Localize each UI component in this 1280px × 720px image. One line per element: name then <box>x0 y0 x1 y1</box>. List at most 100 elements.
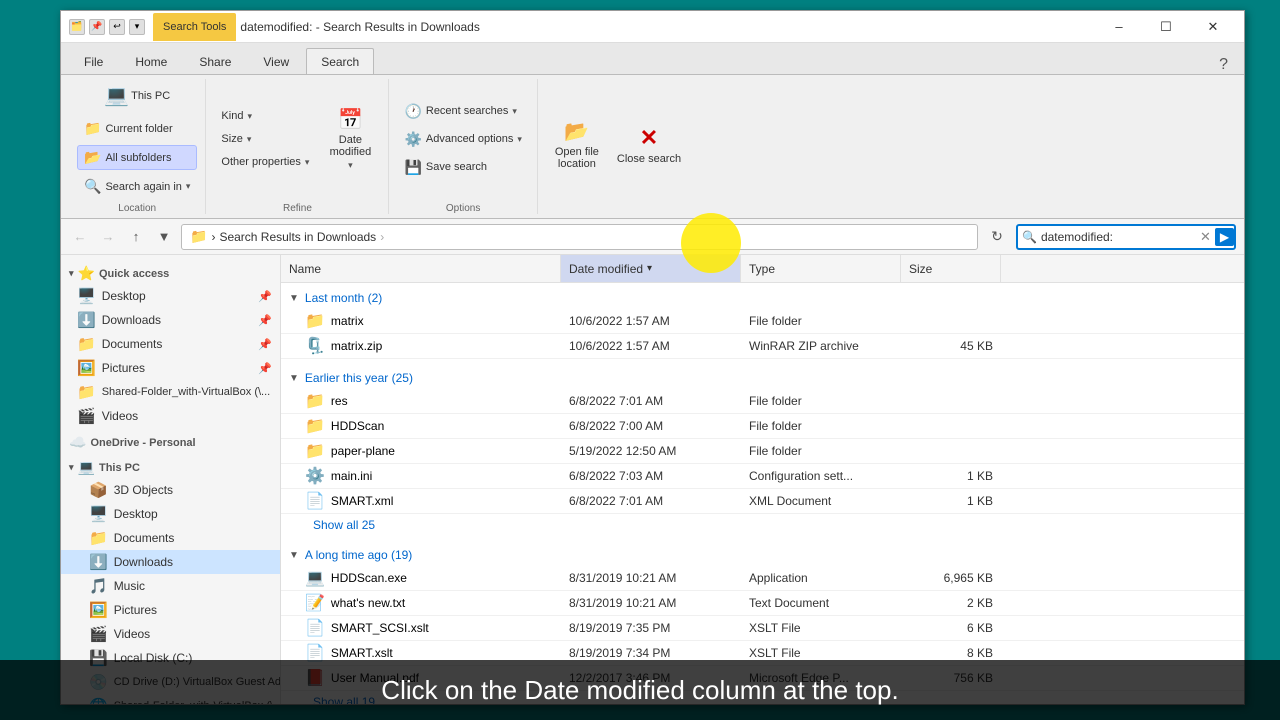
table-row[interactable]: 📁 HDDScan 6/8/2022 7:00 AM File folder <box>281 414 1244 439</box>
tab-view[interactable]: View <box>248 48 304 74</box>
show-all-link-1[interactable]: Show all 25 <box>281 514 1244 536</box>
section-earlier-this-year: ▼ Earlier this year (25) 📁 res 6/8/2022 … <box>281 363 1244 540</box>
this-pc-header[interactable]: ▾ 💻 This PC <box>61 453 280 478</box>
calendar-icon: 📅 <box>338 107 363 132</box>
refine-buttons: Kind ▾ Size ▾ Other properties ▾ <box>214 106 316 172</box>
clear-search-button[interactable]: ✕ <box>1200 229 1211 245</box>
this-pc-button[interactable]: 💻 This PC <box>77 79 197 112</box>
ini-icon: ⚙️ <box>305 466 325 486</box>
save-search-button[interactable]: 💾 Save search <box>397 155 528 180</box>
recent-button[interactable]: ▼ <box>153 226 175 248</box>
table-row[interactable]: ⚙️ main.ini 6/8/2022 7:03 AM Configurati… <box>281 464 1244 489</box>
sidebar-item-shared-folder[interactable]: 📁 Shared-Folder_with-VirtualBox (\... <box>61 380 280 404</box>
table-row[interactable]: 🗜️ matrix.zip 10/6/2022 1:57 AM WinRAR Z… <box>281 334 1244 359</box>
table-row[interactable]: 📄 SMART.xml 6/8/2022 7:01 AM XML Documen… <box>281 489 1244 514</box>
close-search-button[interactable]: ✕ Close search <box>608 115 690 175</box>
col-type-header[interactable]: Type <box>741 255 901 282</box>
close-button[interactable]: ✕ <box>1190 11 1236 43</box>
ribbon-tabs: File Home Share View Search ? <box>61 43 1244 75</box>
documents-pc-icon: 📁 <box>89 529 108 547</box>
file-explorer-window: 🗂️ 📌 ↩ ▾ Search Tools datemodified: - Se… <box>60 10 1245 705</box>
sidebar-item-pictures-pinned[interactable]: 🖼️ Pictures 📌 <box>61 356 280 380</box>
search-input[interactable] <box>1041 230 1196 244</box>
size-button[interactable]: Size ▾ <box>214 129 316 149</box>
folder-row-icon-3: 📁 <box>305 416 325 436</box>
sidebar-item-videos-pinned[interactable]: 🎬 Videos <box>61 404 280 428</box>
tab-share[interactable]: Share <box>184 48 246 74</box>
table-row[interactable]: 📝 what's new.txt 8/31/2019 10:21 AM Text… <box>281 591 1244 616</box>
quick-access-header[interactable]: ▾ ⭐ Quick access <box>61 259 280 284</box>
chevron-down-icon: ▼ <box>289 293 299 304</box>
sidebar-item-downloads-pinned[interactable]: ⬇️ Downloads 📌 <box>61 308 280 332</box>
videos-icon: 🎬 <box>77 407 96 425</box>
address-bar[interactable]: 📁 › Search Results in Downloads › <box>181 224 978 250</box>
dropdown-icon[interactable]: ▾ <box>129 19 145 35</box>
this-pc-icon: 💻 <box>104 83 129 108</box>
x-icon: ✕ <box>640 125 658 151</box>
undo-icon[interactable]: ↩ <box>109 19 125 35</box>
sidebar-item-desktop-pc[interactable]: 🖥️ Desktop <box>61 502 280 526</box>
sidebar-item-desktop[interactable]: 🖥️ Desktop 📌 <box>61 284 280 308</box>
sidebar-item-downloads-pc[interactable]: ⬇️ Downloads <box>61 550 280 574</box>
sidebar-item-3d-objects[interactable]: 📦 3D Objects <box>61 478 280 502</box>
section-last-month: ▼ Last month (2) 📁 matrix 10/6/2022 1:57… <box>281 283 1244 363</box>
music-icon: 🎵 <box>89 577 108 595</box>
sidebar-item-music[interactable]: 🎵 Music <box>61 574 280 598</box>
title-bar: 🗂️ 📌 ↩ ▾ Search Tools datemodified: - Se… <box>61 11 1244 43</box>
search-submit-button[interactable]: ▶ <box>1215 228 1234 246</box>
table-row[interactable]: 📄 SMART_SCSI.xslt 8/19/2019 7:35 PM XSLT… <box>281 616 1244 641</box>
table-row[interactable]: 📁 paper-plane 5/19/2022 12:50 AM File fo… <box>281 439 1244 464</box>
current-folder-button[interactable]: 📁 Current folder <box>77 116 197 141</box>
folder-icon: 📁 <box>84 120 101 137</box>
open-file-location-button[interactable]: 📂 Open filelocation <box>546 115 608 175</box>
tab-search[interactable]: Search <box>306 48 374 74</box>
back-button[interactable]: ← <box>69 226 91 248</box>
help-button[interactable]: ? <box>1211 56 1236 74</box>
pictures-icon: 🖼️ <box>77 359 96 377</box>
pin-icon: 📌 <box>258 290 272 303</box>
date-modified-button[interactable]: 📅 Datemodified ▾ <box>320 109 380 169</box>
location-buttons: 💻 This PC 📁 Current folder 📂 All subfold… <box>77 79 197 199</box>
table-row[interactable]: 💻 HDDScan.exe 8/31/2019 10:21 AM Applica… <box>281 566 1244 591</box>
advanced-options-button[interactable]: ⚙️ Advanced options ▾ <box>397 127 528 152</box>
col-date-header[interactable]: Date modified ▾ <box>561 255 741 282</box>
quick-access-icon[interactable]: 📌 <box>89 19 105 35</box>
tab-home[interactable]: Home <box>120 48 182 74</box>
table-row[interactable]: 📁 res 6/8/2022 7:01 AM File folder <box>281 389 1244 414</box>
location-group-items: 💻 This PC 📁 Current folder 📂 All subfold… <box>77 79 197 199</box>
forward-button[interactable]: → <box>97 226 119 248</box>
kind-button[interactable]: Kind ▾ <box>214 106 316 126</box>
address-bar-container: ← → ↑ ▼ 📁 › Search Results in Downloads … <box>61 219 1244 255</box>
table-row[interactable]: 📁 matrix 10/6/2022 1:57 AM File folder <box>281 309 1244 334</box>
onedrive-header[interactable]: ☁️ OneDrive - Personal <box>61 428 280 453</box>
sidebar-item-pictures-pc[interactable]: 🖼️ Pictures <box>61 598 280 622</box>
recent-searches-button[interactable]: 🕐 Recent searches ▾ <box>397 99 528 124</box>
folder-row-icon-4: 📁 <box>305 441 325 461</box>
sidebar-item-videos-pc[interactable]: 🎬 Videos <box>61 622 280 646</box>
col-size-header[interactable]: Size <box>901 255 1001 282</box>
section-header-last-month[interactable]: ▼ Last month (2) <box>281 287 1244 309</box>
section-header-earlier[interactable]: ▼ Earlier this year (25) <box>281 367 1244 389</box>
star-icon: ⭐ <box>78 265 95 282</box>
refresh-button[interactable]: ↻ <box>984 224 1010 250</box>
desktop-icon: 🖥️ <box>77 287 96 305</box>
folder-row-icon-2: 📁 <box>305 391 325 411</box>
search-box[interactable]: 🔍 ✕ ▶ <box>1016 224 1236 250</box>
sidebar-item-documents-pc[interactable]: 📁 Documents <box>61 526 280 550</box>
minimize-button[interactable]: – <box>1096 11 1142 43</box>
search-again-button[interactable]: 🔍 Search again in ▾ <box>77 174 197 199</box>
shared-folder-icon: 📁 <box>77 383 96 401</box>
up-button[interactable]: ↑ <box>125 226 147 248</box>
all-subfolders-button[interactable]: 📂 All subfolders <box>77 145 197 170</box>
sidebar-item-documents-pinned[interactable]: 📁 Documents 📌 <box>61 332 280 356</box>
sort-icon: ▾ <box>647 263 652 274</box>
col-name-header[interactable]: Name <box>281 255 561 282</box>
desktop-pc-icon: 🖥️ <box>89 505 108 523</box>
tab-file[interactable]: File <box>69 48 118 74</box>
downloads-icon: ⬇️ <box>77 311 96 329</box>
title-bar-icons: 🗂️ 📌 ↩ ▾ <box>69 19 145 35</box>
section-header-long-ago[interactable]: ▼ A long time ago (19) <box>281 544 1244 566</box>
search-tools-tab: Search Tools <box>153 13 236 41</box>
other-properties-button[interactable]: Other properties ▾ <box>214 152 316 172</box>
maximize-button[interactable]: ☐ <box>1143 11 1189 43</box>
